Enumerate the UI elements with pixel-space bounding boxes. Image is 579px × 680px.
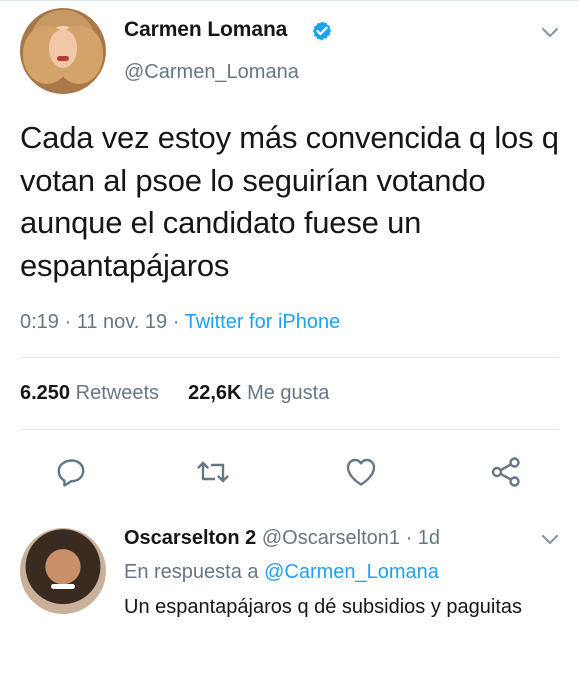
reply-header: Oscarselton 2 @Oscarselton1 · 1d	[124, 527, 440, 550]
reply-age[interactable]: 1d	[418, 527, 440, 549]
chevron-down-icon[interactable]	[541, 534, 559, 546]
tweet-separator	[0, 0, 579, 1]
meta-separator: ·	[172, 311, 185, 333]
tweet-date[interactable]: 11 nov. 19	[77, 311, 167, 333]
tweet-source-link[interactable]: Twitter for iPhone	[185, 311, 341, 333]
replying-to: En respuesta a @Carmen_Lomana	[124, 561, 439, 584]
replying-to-link[interactable]: @Carmen_Lomana	[264, 561, 439, 583]
engagement-stats: 6.250 Retweets 22,6K Me gusta	[20, 382, 329, 405]
likes-label: Me gusta	[247, 382, 330, 404]
reply-separator: ·	[405, 527, 418, 549]
divider	[20, 357, 559, 358]
chevron-down-icon[interactable]	[541, 27, 559, 39]
reply-avatar[interactable]	[20, 528, 106, 614]
reply-author-name[interactable]: Oscarselton 2	[124, 527, 256, 549]
author-name[interactable]: Carmen Lomana	[124, 18, 287, 42]
retweets-count: 6.250	[20, 382, 71, 404]
retweet-icon[interactable]	[196, 455, 230, 489]
verified-badge-icon	[312, 21, 332, 41]
reply-author-handle[interactable]: @Oscarselton1	[262, 527, 400, 549]
tweet-actions	[0, 447, 579, 491]
retweets-stat[interactable]: 6.250 Retweets	[20, 382, 159, 404]
tweet-time[interactable]: 0:19	[20, 311, 59, 333]
reply-text: Un espantapájaros q dé subsidios y pagui…	[124, 596, 523, 618]
likes-stat[interactable]: 22,6K Me gusta	[188, 382, 329, 404]
share-icon[interactable]	[489, 455, 523, 489]
tweet-meta: 0:19 · 11 nov. 19 · Twitter for iPhone	[20, 311, 340, 334]
avatar[interactable]	[20, 8, 106, 94]
reply-icon[interactable]	[55, 455, 89, 489]
likes-count: 22,6K	[188, 382, 242, 404]
retweets-label: Retweets	[75, 382, 159, 404]
meta-separator: ·	[64, 311, 77, 333]
divider	[20, 429, 559, 430]
tweet-text: Cada vez estoy más convencida q los q vo…	[20, 120, 559, 283]
replying-prefix: En respuesta a	[124, 561, 259, 583]
like-icon[interactable]	[344, 455, 378, 489]
author-handle[interactable]: @Carmen_Lomana	[124, 61, 299, 84]
